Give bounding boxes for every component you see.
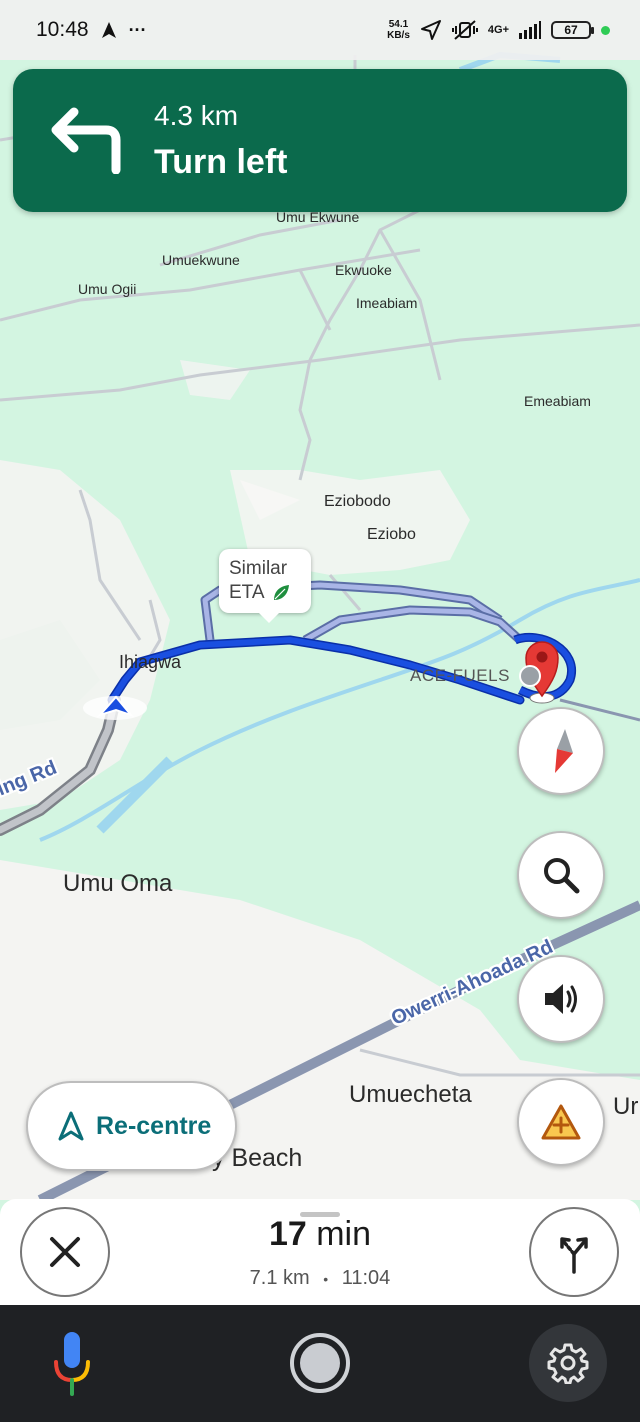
gear-icon: [547, 1343, 589, 1384]
vibrate-muted-icon: [451, 20, 478, 40]
assistant-home-button[interactable]: [290, 1333, 350, 1393]
map-label-imeabiam: Imeabiam: [356, 295, 418, 311]
compass-icon: [555, 729, 573, 773]
similar-eta-callout[interactable]: Similar ETA: [219, 549, 311, 623]
map-label-ace-fuels[interactable]: ACE-FUELS: [410, 666, 510, 686]
map-label-ekwuoke: Ekwuoke: [335, 262, 392, 278]
search-icon: [544, 858, 580, 894]
recentre-label: Re-centre: [96, 1111, 212, 1140]
voice-search-button[interactable]: [42, 1325, 102, 1405]
map-label-umu-ogii: Umu Ogii: [78, 281, 137, 297]
volume-icon: [545, 984, 577, 1014]
microphone-icon: [54, 1332, 90, 1396]
network-type: 4G+: [487, 24, 509, 36]
map-label-emeabiam: Emeabiam: [524, 393, 591, 409]
status-bar: 10:48 ··· 54.1 KB/s 4G+ 67: [0, 0, 640, 60]
trip-arrival-time: 11:04: [341, 1267, 391, 1289]
battery-level: 67: [564, 23, 578, 37]
navigation-arrow-icon: [101, 22, 116, 38]
eco-leaf-icon: [273, 585, 289, 600]
map-label-umuecheta: Umuecheta: [349, 1081, 472, 1108]
map-label-eziobodo: Eziobodo: [324, 493, 391, 510]
status-more-icon: ···: [128, 19, 147, 40]
network-speed: 54.1 KB/s: [387, 19, 410, 41]
exit-navigation-button[interactable]: [20, 1207, 110, 1297]
trip-separator: •: [323, 1271, 329, 1287]
map-label-umu-oma: Umu Oma: [63, 870, 173, 897]
map-label-umuekwune: Umuekwune: [162, 252, 240, 268]
trip-distance: 7.1 km: [249, 1267, 310, 1289]
eta-callout-line1: Similar: [229, 558, 288, 579]
trip-duration-value: 17: [268, 1215, 307, 1253]
signal-strength-icon: [519, 21, 541, 39]
privacy-indicator-dot: [601, 25, 610, 35]
battery-icon: 67: [551, 21, 594, 39]
fork-routes-icon: [560, 1237, 588, 1274]
location-arrow-icon: [420, 20, 441, 40]
network-speed-unit: KB/s: [387, 30, 410, 41]
report-incident-icon: [541, 1104, 581, 1140]
search-button[interactable]: [517, 831, 605, 919]
map-label-ur: Ur: [613, 1093, 639, 1120]
sound-button[interactable]: [517, 955, 605, 1043]
map-label-ihiagwa: Ihiagwa: [119, 652, 182, 672]
settings-button[interactable]: [529, 1324, 607, 1402]
recentre-navigation-icon: [58, 1111, 84, 1141]
report-incident-button[interactable]: [517, 1078, 605, 1166]
home-button-inner: [300, 1343, 340, 1383]
map-label-eziobo: Eziobo: [367, 526, 416, 543]
network-speed-value: 54.1: [388, 19, 409, 30]
recentre-button[interactable]: Re-centre: [26, 1081, 237, 1171]
turn-left-arrow-icon: [51, 107, 121, 174]
alternate-routes-button[interactable]: [529, 1207, 619, 1297]
current-location-icon: [83, 695, 147, 720]
eta-callout-line2: ETA: [229, 582, 265, 603]
status-time: 10:48: [36, 18, 89, 41]
turn-instruction-text: Turn left: [154, 143, 288, 181]
compass-button[interactable]: [517, 707, 605, 795]
turn-distance: 4.3 km: [154, 100, 239, 131]
trip-duration-unit: min: [316, 1215, 372, 1253]
close-icon: [50, 1237, 80, 1267]
